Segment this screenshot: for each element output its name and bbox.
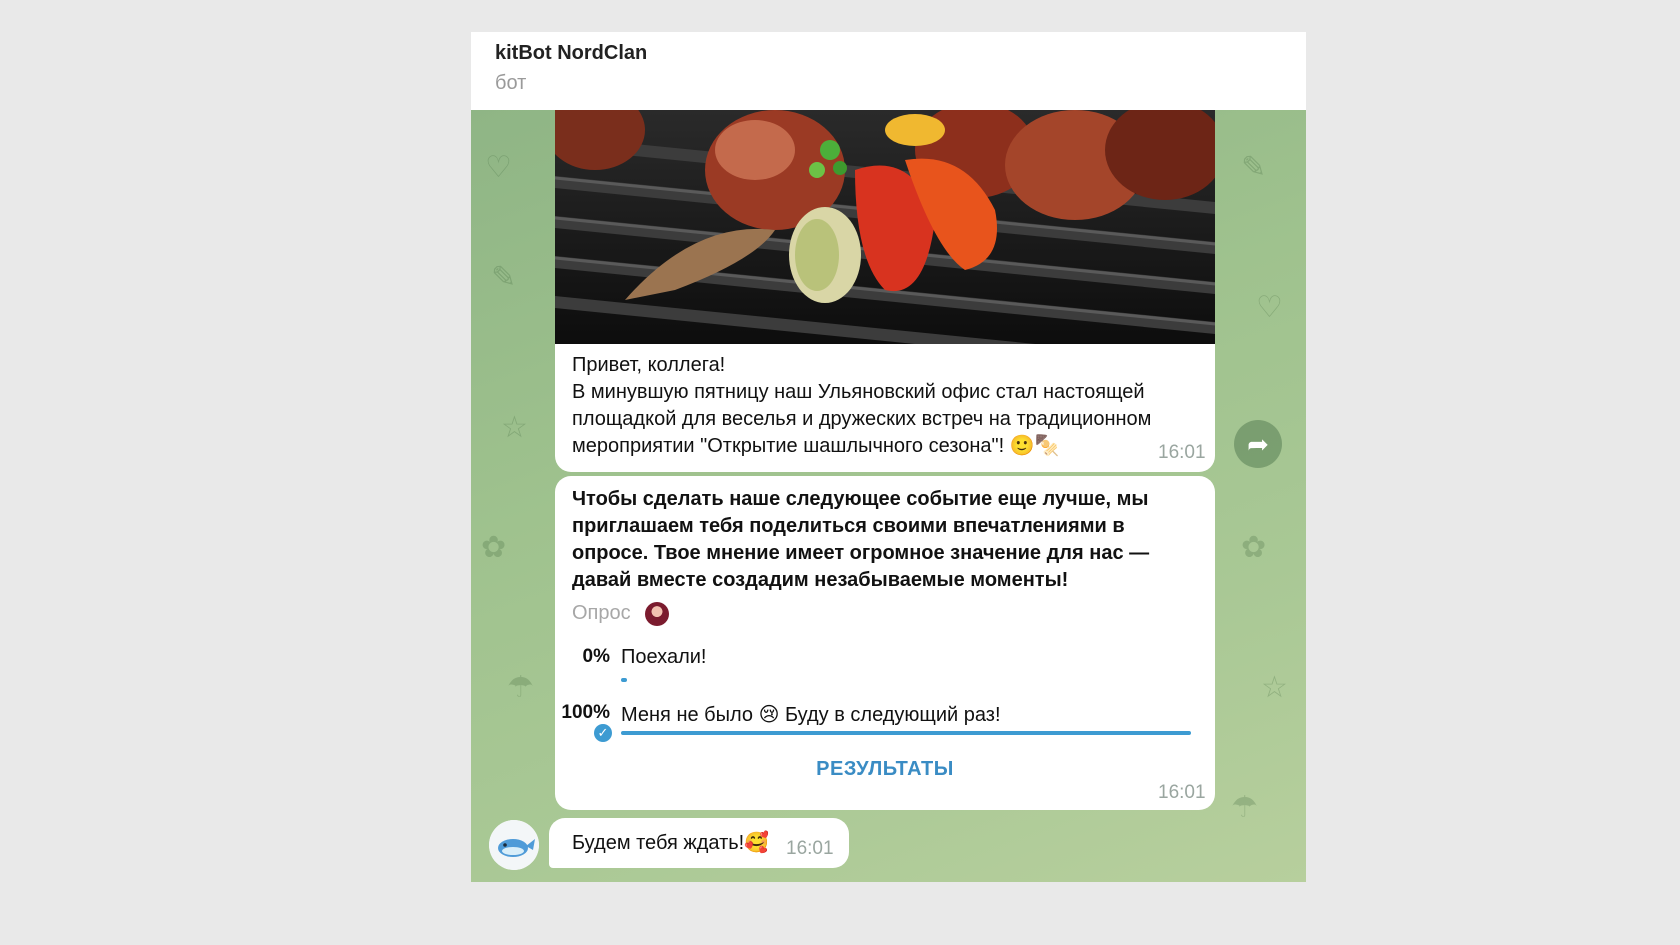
wallpaper-doodle: ✎ (491, 261, 517, 294)
wallpaper-doodle: ✎ (1241, 151, 1267, 184)
poll-option-percent: 0% (582, 646, 610, 667)
chat-header[interactable]: kitBot NordClan бот (471, 32, 1306, 110)
message-time: 16:01 (1158, 782, 1206, 803)
poll-option-bar (621, 678, 627, 682)
voter-avatar (645, 602, 669, 626)
barbecue-photo[interactable] (555, 110, 1215, 344)
poll-option-percent: 100% (561, 702, 610, 723)
post-message-bubble[interactable]: Привет, коллега! В минувшую пятницу наш … (555, 344, 1215, 472)
wallpaper-doodle: ☆ (1261, 671, 1288, 704)
reply-message-bubble[interactable]: Будем тебя ждать!🥰 16:01 (549, 818, 849, 868)
chat-subtitle: бот (495, 72, 527, 94)
chat-area[interactable]: ♡ ✎ ☆ ✿ ☂ ✎ ♡ ✿ ☆ ☂ Привет, коллега! В м… (471, 110, 1306, 882)
bot-avatar[interactable] (489, 820, 539, 870)
chat-window: kitBot NordClan бот ♡ ✎ ☆ ✿ ☂ ✎ ♡ ✿ ☆ ☂ (471, 32, 1306, 882)
wallpaper-doodle: ☆ (501, 411, 528, 444)
wallpaper-doodle: ☂ (1231, 791, 1258, 824)
wallpaper-doodle: ✿ (481, 531, 507, 564)
results-button[interactable]: РЕЗУЛЬТАТЫ (555, 758, 1215, 781)
chat-title: kitBot NordClan (495, 42, 648, 64)
poll-question: Чтобы сделать наше следующее событие еще… (572, 488, 1150, 591)
wallpaper-doodle: ☂ (507, 671, 534, 704)
whale-avatar-icon (489, 820, 539, 870)
wallpaper-doodle: ♡ (485, 151, 512, 184)
poll-type-label: Опрос (572, 602, 631, 624)
poll-message-bubble[interactable]: Чтобы сделать наше следующее событие еще… (555, 476, 1215, 810)
post-message-text: Привет, коллега! В минувшую пятницу наш … (572, 354, 1152, 457)
message-time: 16:01 (786, 838, 834, 859)
wallpaper-doodle: ✿ (1241, 531, 1267, 564)
checkmark-icon: ✓ (594, 724, 612, 742)
wallpaper-doodle: ♡ (1256, 291, 1283, 324)
poll-option-text[interactable]: Меня не было 😢 Буду в следующий раз! (621, 702, 1001, 727)
barbecue-photo-art (555, 110, 1215, 344)
message-time: 16:01 (1158, 442, 1206, 463)
share-button[interactable]: ➦ (1234, 420, 1282, 468)
poll-option-bar (621, 731, 1191, 735)
reply-message-text: Будем тебя ждать!🥰 (572, 832, 770, 854)
share-arrow-icon: ➦ (1247, 429, 1269, 459)
poll-option-text[interactable]: Поехали! (621, 646, 706, 669)
